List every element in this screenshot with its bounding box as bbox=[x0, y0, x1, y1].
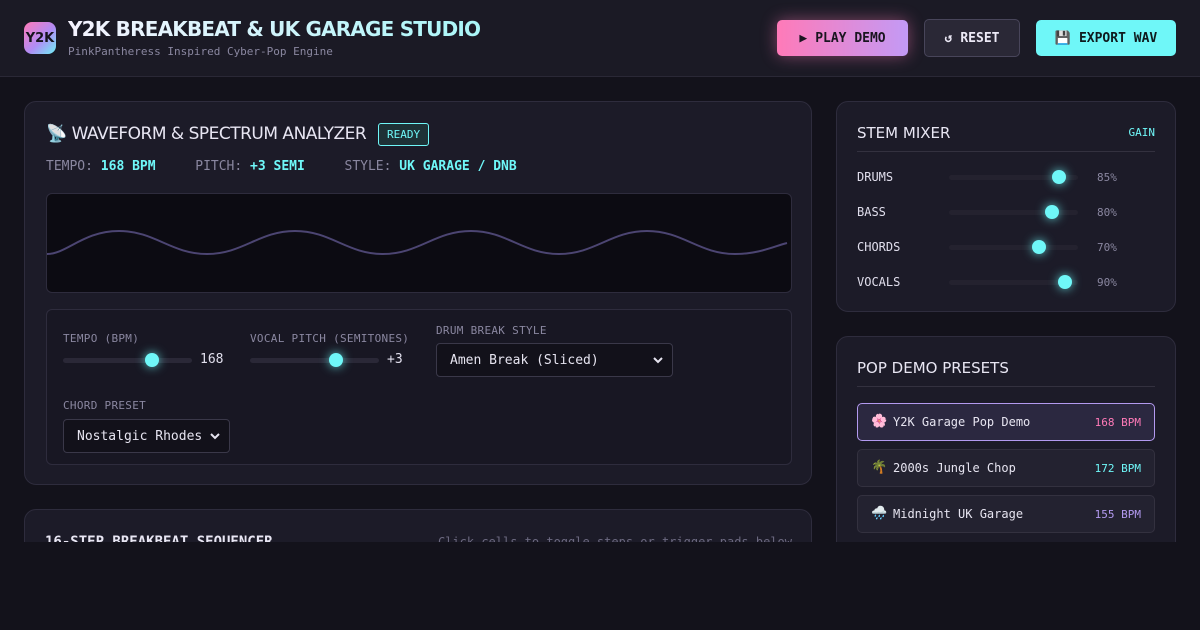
export-wav-button[interactable]: 💾 EXPORT WAV bbox=[1036, 20, 1176, 56]
pitch-meta-value: +3 SEMI bbox=[250, 159, 305, 174]
chord-preset-selected: Nostalgic Rhodes bbox=[77, 428, 203, 444]
stem-percent: 85% bbox=[1097, 171, 1117, 184]
stem-name: BASS bbox=[857, 205, 886, 219]
tempo-slider-value: 168 bbox=[200, 352, 224, 367]
stem-slider[interactable] bbox=[949, 205, 1078, 219]
chord-preset-label: CHORD PRESET bbox=[63, 399, 147, 412]
preset-bpm: 172 BPM bbox=[1094, 462, 1141, 475]
style-meta-label: STYLE: bbox=[344, 159, 392, 174]
stem-slider-thumb[interactable] bbox=[1051, 170, 1066, 184]
preset-bpm: 168 BPM bbox=[1094, 416, 1141, 429]
stem-name: CHORDS bbox=[857, 240, 901, 254]
style-meta-value: UK GARAGE / DNB bbox=[399, 159, 517, 174]
presets-title: POP DEMO PRESETS bbox=[857, 359, 1009, 377]
reset-icon: ↺ bbox=[944, 30, 953, 46]
stem-percent: 90% bbox=[1097, 276, 1117, 289]
reset-label: RESET bbox=[960, 30, 1000, 46]
preset-name: Midnight UK Garage bbox=[893, 507, 1024, 521]
gain-label: GAIN bbox=[1128, 126, 1156, 139]
preset-item-y2k-garage-pop[interactable]: 🌸 Y2K Garage Pop Demo 168 BPM bbox=[857, 403, 1155, 441]
chevron-down-icon bbox=[653, 357, 663, 364]
pitch-slider[interactable] bbox=[250, 353, 379, 367]
pitch-slider-thumb[interactable] bbox=[329, 353, 344, 367]
stem-mixer-title: STEM MIXER bbox=[857, 124, 951, 142]
stem-slider[interactable] bbox=[949, 170, 1078, 184]
app-header: Y2K Y2K BREAKBEAT & UK GARAGE STUDIO Pin… bbox=[0, 0, 1200, 77]
rain-cloud-icon: 🌧️ bbox=[871, 506, 888, 521]
preset-name: 2000s Jungle Chop bbox=[893, 461, 1016, 475]
play-demo-label: PLAY DEMO bbox=[815, 30, 886, 46]
stem-percent: 80% bbox=[1097, 206, 1117, 219]
pitch-meta-label: PITCH: bbox=[195, 159, 243, 174]
waveform-svg bbox=[47, 229, 788, 256]
stem-row-vocals: VOCALS 90% bbox=[857, 272, 1155, 292]
tempo-slider-label: TEMPO (BPM) bbox=[63, 332, 140, 345]
controls-box: TEMPO (BPM) 168 VOCAL PITCH (SEMITONES) … bbox=[46, 309, 792, 465]
pitch-slider-label: VOCAL PITCH (SEMITONES) bbox=[250, 332, 410, 345]
analyzer-panel: 📡 WAVEFORM & SPECTRUM ANALYZER READY TEM… bbox=[24, 101, 812, 485]
palm-tree-icon: 🌴 bbox=[871, 460, 888, 475]
play-icon: ▶ bbox=[799, 30, 808, 46]
export-wav-label: EXPORT WAV bbox=[1078, 30, 1158, 46]
stem-slider[interactable] bbox=[949, 275, 1078, 289]
tempo-slider[interactable] bbox=[63, 353, 192, 367]
status-badge: READY bbox=[378, 123, 430, 146]
stem-slider-thumb[interactable] bbox=[1032, 240, 1047, 254]
app-title: Y2K BREAKBEAT & UK GARAGE STUDIO bbox=[68, 17, 481, 41]
preset-item-jungle-chop[interactable]: 🌴 2000s Jungle Chop 172 BPM bbox=[857, 449, 1155, 487]
stem-percent: 70% bbox=[1097, 241, 1117, 254]
tempo-meta-label: TEMPO: bbox=[46, 159, 93, 174]
satellite-antenna-icon: 📡 bbox=[46, 124, 67, 144]
reset-button[interactable]: ↺ RESET bbox=[924, 19, 1020, 57]
stem-row-drums: DRUMS 85% bbox=[857, 167, 1155, 187]
analyzer-title: 📡 WAVEFORM & SPECTRUM ANALYZER bbox=[46, 124, 367, 144]
drum-break-selected: Amen Break (Sliced) bbox=[450, 352, 599, 368]
app-subtitle: PinkPantheress Inspired Cyber-Pop Engine bbox=[68, 45, 333, 58]
mixer-divider bbox=[857, 151, 1155, 152]
stem-name: DRUMS bbox=[857, 170, 894, 184]
stem-name: VOCALS bbox=[857, 275, 901, 289]
waveform-display bbox=[46, 193, 792, 293]
analyzer-title-text: WAVEFORM & SPECTRUM ANALYZER bbox=[71, 124, 367, 144]
drum-break-label: DRUM BREAK STYLE bbox=[436, 324, 547, 337]
pitch-slider-value: +3 bbox=[387, 352, 403, 367]
analyzer-meta-row: TEMPO: 168 BPM PITCH: +3 SEMI STYLE: UK … bbox=[46, 159, 517, 174]
tempo-slider-thumb[interactable] bbox=[145, 353, 159, 367]
play-demo-button[interactable]: ▶ PLAY DEMO bbox=[777, 20, 908, 56]
preset-item-midnight-uk-garage[interactable]: 🌧️ Midnight UK Garage 155 BPM bbox=[857, 495, 1155, 533]
save-icon: 💾 bbox=[1054, 30, 1071, 46]
blossom-icon: 🌸 bbox=[871, 414, 888, 429]
presets-divider bbox=[857, 386, 1155, 387]
chord-preset-select[interactable]: Nostalgic Rhodes bbox=[63, 419, 230, 453]
preset-name: Y2K Garage Pop Demo bbox=[893, 415, 1031, 429]
stem-slider[interactable] bbox=[949, 240, 1078, 254]
tempo-meta-value: 168 BPM bbox=[100, 159, 156, 174]
stem-slider-thumb[interactable] bbox=[1045, 205, 1060, 219]
stem-mixer-panel: STEM MIXER GAIN DRUMS 85% BASS 80% CHORD… bbox=[836, 101, 1176, 312]
app-logo: Y2K bbox=[24, 22, 56, 54]
stem-row-bass: BASS 80% bbox=[857, 202, 1155, 222]
viewport-cutoff bbox=[0, 542, 1200, 630]
drum-break-select[interactable]: Amen Break (Sliced) bbox=[436, 343, 673, 377]
waveform-line bbox=[47, 229, 788, 256]
preset-bpm: 155 BPM bbox=[1094, 508, 1141, 521]
chevron-down-icon bbox=[210, 433, 220, 440]
stem-row-chords: CHORDS 70% bbox=[857, 237, 1155, 257]
stem-slider-thumb[interactable] bbox=[1058, 275, 1073, 289]
